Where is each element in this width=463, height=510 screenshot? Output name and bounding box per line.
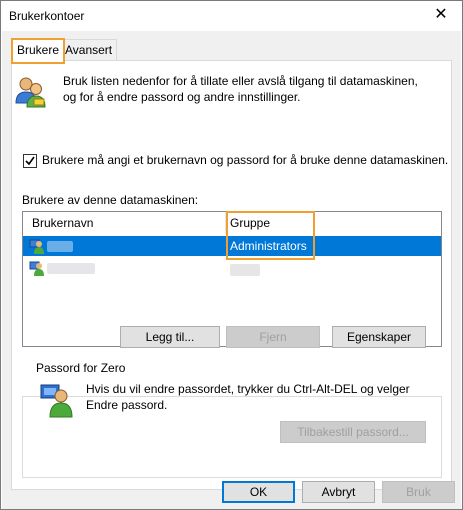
dialog-body: Brukere Avansert Bruk listen nedenfor fo… [2,31,461,509]
intro-line-2: og for å endre passord og andre innstill… [63,90,301,104]
table-row[interactable] [23,258,441,278]
add-user-button[interactable]: Legg til... [120,326,220,348]
password-group-title: Passord for Zero [33,361,129,375]
password-help-text: Hvis du vil endre passordet, trykker du … [86,381,426,413]
checkmark-icon [25,156,35,166]
username-redacted [47,263,95,274]
column-header-group[interactable]: Gruppe [230,216,270,230]
column-divider[interactable] [225,212,226,234]
users-icon [15,77,46,108]
user-accounts-window: Brukerkontoer ✕ Brukere Avansert Bruk li… [0,0,463,510]
group-redacted [230,264,260,276]
column-header-username[interactable]: Brukernavn [32,216,93,230]
intro-line-1: Bruk listen nedenfor for å tillate eller… [63,74,418,88]
intro-text: Bruk listen nedenfor for å tillate eller… [63,73,433,105]
window-title: Brukerkontoer [9,9,85,23]
tab-advanced[interactable]: Avansert [60,39,118,60]
password-help-line-2: Endre passord. [86,398,168,412]
user-icon [29,239,44,254]
reset-password-button[interactable]: Tilbakestill passord... [280,421,426,443]
tab-users[interactable]: Brukere [11,38,66,64]
remove-user-button[interactable]: Fjern [226,326,320,348]
users-list-label: Brukere av denne datamaskinen: [22,193,199,207]
apply-button[interactable]: Bruk [382,481,455,503]
properties-button[interactable]: Egenskaper [332,326,426,348]
close-icon[interactable]: ✕ [426,3,456,27]
require-login-checkbox[interactable] [23,154,37,168]
cancel-button[interactable]: Avbryt [302,481,375,503]
password-help-line-1: Hvis du vil endre passordet, trykker du … [86,382,410,396]
require-login-label[interactable]: Brukere må angi et brukernavn og passord… [42,153,448,167]
table-row[interactable]: Administrators [23,236,441,256]
list-header: Brukernavn Gruppe [23,212,441,234]
group-cell: Administrators [230,239,307,253]
username-redacted [47,241,73,252]
ok-button[interactable]: OK [222,481,295,503]
user-icon [29,261,44,276]
password-user-icon [40,384,73,418]
